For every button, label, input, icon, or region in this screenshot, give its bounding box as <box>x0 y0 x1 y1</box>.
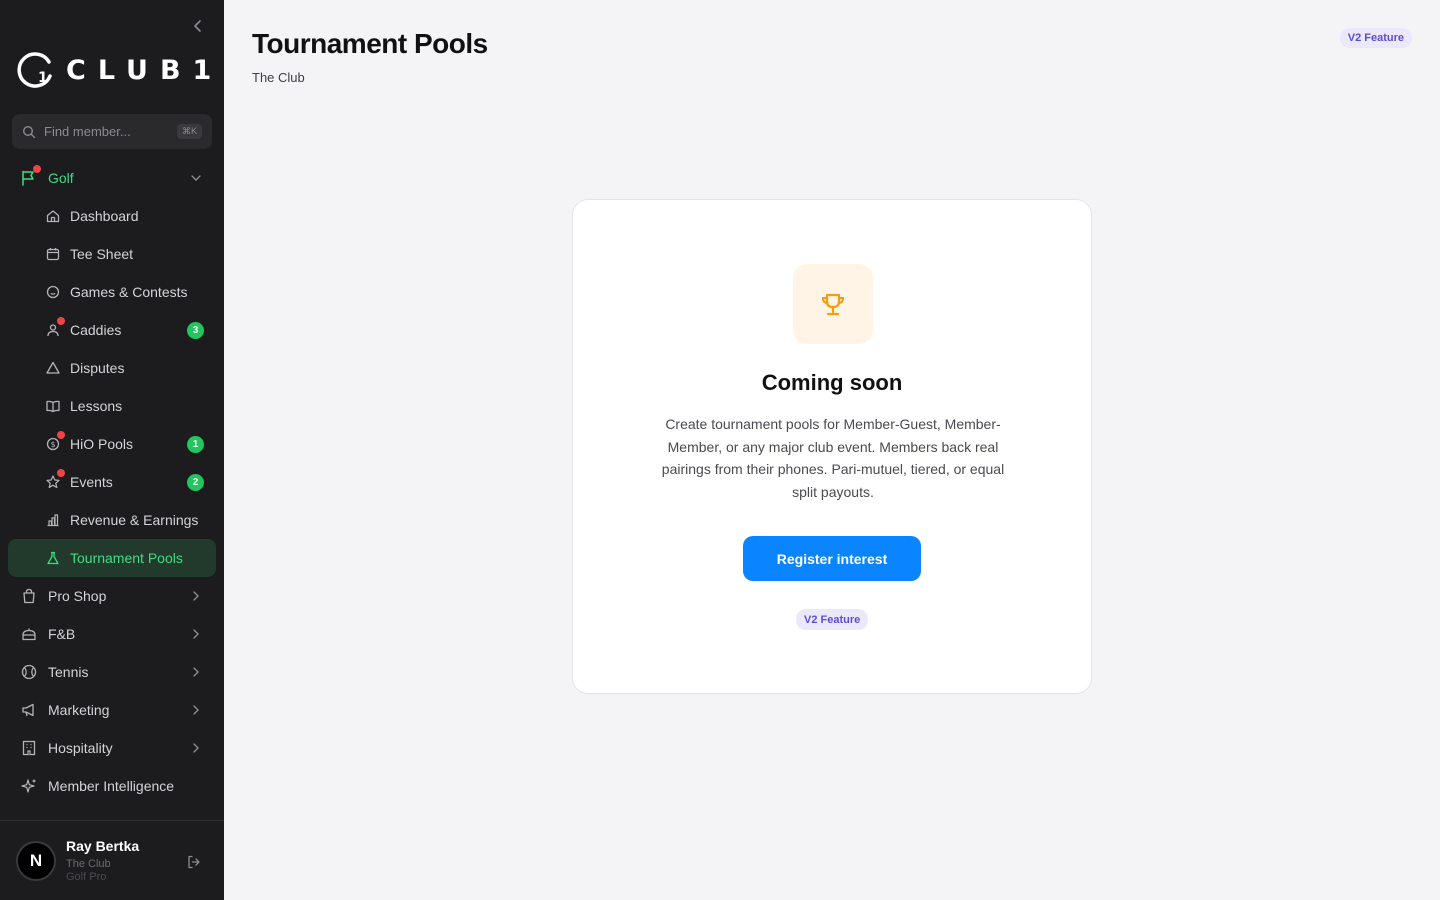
page-subtitle: The Club <box>252 70 305 85</box>
nav-events[interactable]: Events 2 <box>0 463 224 501</box>
sparkle-icon <box>20 777 38 795</box>
chevron-right-icon <box>188 626 204 642</box>
collapse-sidebar-icon[interactable] <box>188 16 208 36</box>
smiley-icon <box>44 283 62 301</box>
logout-icon[interactable] <box>186 854 202 870</box>
search-shortcut: ⌘K <box>176 124 202 139</box>
warning-icon <box>44 359 62 377</box>
user-profile[interactable]: N Ray Bertka The Club Golf Pro <box>0 820 224 900</box>
chevron-down-icon <box>188 170 204 186</box>
chevron-right-icon <box>188 740 204 756</box>
chevron-right-icon <box>188 588 204 604</box>
nav-lessons[interactable]: Lessons <box>0 387 224 425</box>
trophy-icon <box>793 264 873 344</box>
home-icon <box>44 207 62 225</box>
building-icon <box>20 739 38 757</box>
notification-dot <box>33 165 41 173</box>
svg-text:1: 1 <box>38 70 48 86</box>
nav-golf-label: Golf <box>48 170 74 186</box>
feature-description: Create tournament pools for Member-Guest… <box>661 416 1005 500</box>
bag-icon <box>20 587 38 605</box>
book-icon <box>44 397 62 415</box>
nav-revenue-earnings[interactable]: Revenue & Earnings <box>0 501 224 539</box>
search-placeholder: Find member... <box>44 124 131 139</box>
count-badge: 3 <box>187 322 204 339</box>
coming-soon-card: Coming soon Create tournament pools for … <box>572 199 1092 694</box>
nav-hospitality[interactable]: Hospitality <box>0 729 224 767</box>
main-content: Tournament Pools The Club V2 Feature Com… <box>224 0 1440 900</box>
v2-feature-badge: V2 Feature <box>796 609 869 630</box>
notification-dot <box>57 317 65 325</box>
notification-dot <box>57 469 65 477</box>
nav-tennis[interactable]: Tennis <box>0 653 224 691</box>
member-search[interactable]: Find member... ⌘K <box>12 114 212 149</box>
register-interest-button[interactable]: Register interest <box>743 536 921 581</box>
v2-feature-badge: V2 Feature <box>1339 28 1412 48</box>
food-icon <box>20 625 38 643</box>
nav-pro-shop[interactable]: Pro Shop <box>0 577 224 615</box>
page-title: Tournament Pools <box>252 28 488 59</box>
calendar-icon <box>44 245 62 263</box>
flask-icon <box>44 549 62 567</box>
nav-games-contests[interactable]: Games & Contests <box>0 273 224 311</box>
logo-mark-icon: 1 <box>17 52 52 88</box>
user-name: Ray Bertka <box>66 838 140 854</box>
user-club: The Club <box>66 858 111 870</box>
club1-logo[interactable]: 1 CLUB1. <box>16 50 224 90</box>
nav-disputes[interactable]: Disputes <box>0 349 224 387</box>
count-badge: 2 <box>187 474 204 491</box>
star-icon <box>44 469 65 491</box>
count-badge: 1 <box>187 436 204 453</box>
sidebar: 1 CLUB1. Find member... ⌘K Golf Dashboar… <box>0 0 224 900</box>
user-role: Golf Pro <box>66 871 107 883</box>
user-icon <box>44 317 65 339</box>
nav-tournament-pools[interactable]: Tournament Pools <box>8 539 216 577</box>
chevron-right-icon <box>188 702 204 718</box>
nav-member-intelligence[interactable]: Member Intelligence <box>0 767 224 805</box>
megaphone-icon <box>20 701 38 719</box>
chevron-right-icon <box>188 664 204 680</box>
tennis-icon <box>20 663 38 681</box>
coming-soon-title: Coming soon <box>761 370 903 395</box>
nav-dashboard[interactable]: Dashboard <box>0 197 224 235</box>
nav-tee-sheet[interactable]: Tee Sheet <box>0 235 224 273</box>
notification-dot <box>57 431 65 439</box>
dollar-icon: $ <box>44 431 65 453</box>
logo-text: CLUB1. <box>66 54 224 86</box>
bar-chart-icon <box>44 511 62 529</box>
nav-fnb[interactable]: F&B <box>0 615 224 653</box>
nav-hio-pools[interactable]: $ HiO Pools 1 <box>0 425 224 463</box>
nav-marketing[interactable]: Marketing <box>0 691 224 729</box>
search-icon <box>22 125 36 138</box>
nav-caddies[interactable]: Caddies 3 <box>0 311 224 349</box>
avatar: N <box>16 841 56 881</box>
flag-icon <box>20 165 41 187</box>
nav-golf[interactable]: Golf <box>0 159 224 197</box>
svg-text:$: $ <box>50 440 55 449</box>
sidebar-nav: Golf Dashboard Tee Sheet Games & Contest… <box>0 159 224 805</box>
